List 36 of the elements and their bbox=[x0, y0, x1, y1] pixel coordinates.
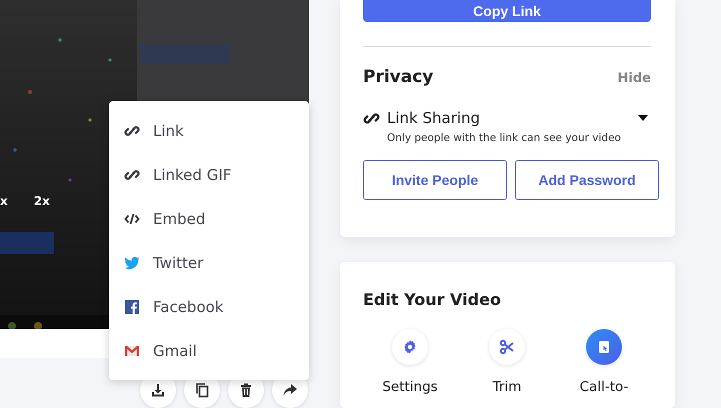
tool-label: Settings bbox=[382, 379, 438, 395]
outline-button[interactable]: Add Password bbox=[515, 160, 659, 200]
tool-label: Call-to- bbox=[580, 379, 628, 395]
menu-item[interactable]: Twitter bbox=[109, 241, 309, 285]
bird-icon bbox=[124, 255, 140, 271]
mail-icon bbox=[124, 343, 140, 359]
link-icon bbox=[124, 167, 140, 183]
section-title: Edit Your Video bbox=[363, 290, 502, 309]
menu-item[interactable]: Link bbox=[109, 109, 309, 153]
menu-item[interactable]: Linked GIF bbox=[109, 153, 309, 197]
download-icon bbox=[150, 382, 166, 398]
tool-button[interactable] bbox=[489, 329, 525, 365]
tool-button[interactable] bbox=[392, 329, 428, 365]
share-icon bbox=[282, 382, 298, 398]
copy-link-button[interactable]: Copy Link bbox=[363, 0, 651, 22]
code-icon bbox=[124, 211, 140, 227]
trash-icon bbox=[238, 382, 254, 398]
speed-option[interactable]: x bbox=[0, 194, 8, 208]
link-icon bbox=[124, 123, 140, 139]
menu-item[interactable]: Gmail bbox=[109, 329, 309, 373]
menu-item[interactable]: Facebook bbox=[109, 285, 309, 329]
menu-item[interactable]: Embed bbox=[109, 197, 309, 241]
hide-link[interactable]: Hide bbox=[618, 71, 651, 86]
facebook-icon bbox=[124, 299, 140, 315]
outline-button[interactable]: Invite People bbox=[363, 160, 507, 200]
speed-option[interactable]: 2x bbox=[34, 194, 50, 208]
section-title: Privacy bbox=[363, 67, 434, 87]
cursor-card-icon bbox=[596, 339, 612, 355]
tool-button[interactable] bbox=[586, 329, 622, 365]
scissors-icon bbox=[499, 339, 515, 355]
copy-icon bbox=[194, 382, 210, 398]
gear-icon bbox=[402, 339, 418, 355]
caret-icon[interactable] bbox=[637, 114, 649, 122]
dropdown-label[interactable]: Link Sharing bbox=[387, 109, 637, 127]
tool-label: Trim bbox=[492, 379, 522, 395]
description-text: Only people with the link can see your video bbox=[387, 132, 622, 144]
